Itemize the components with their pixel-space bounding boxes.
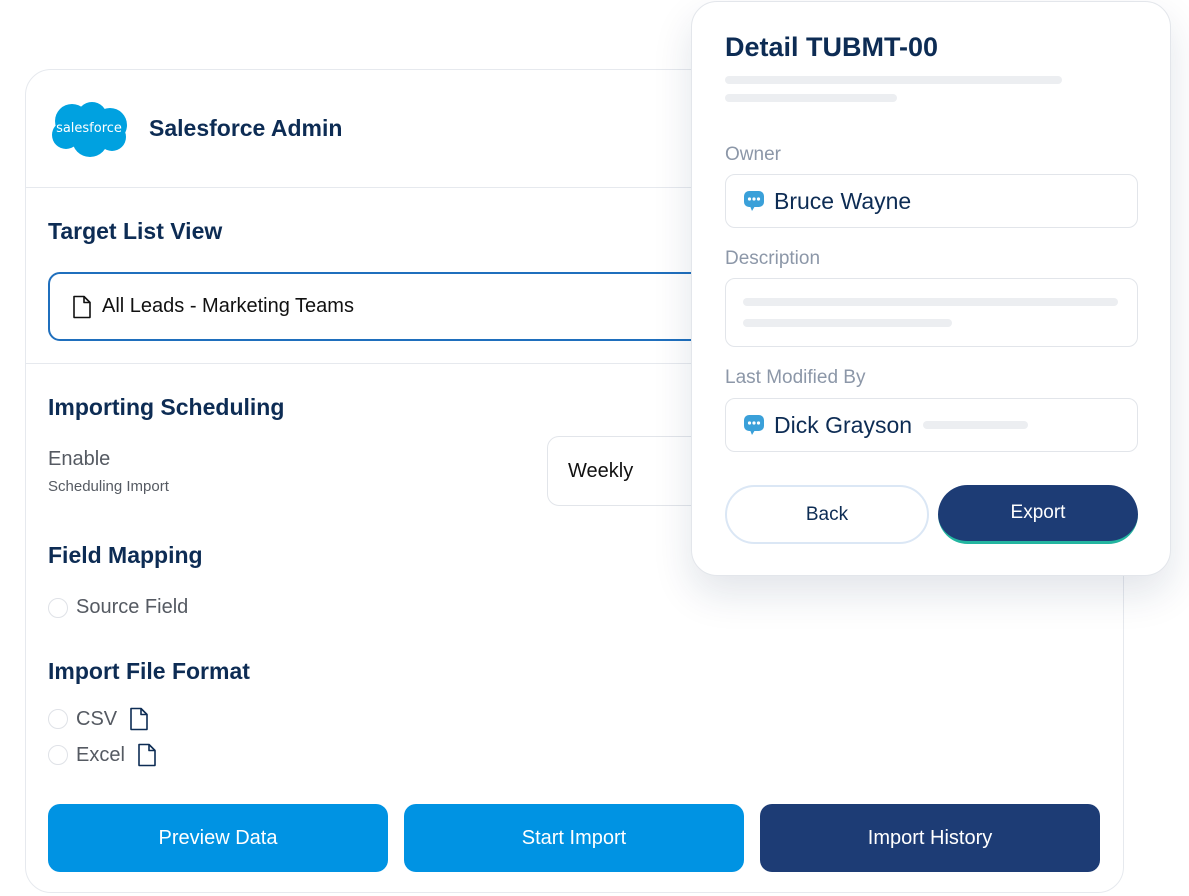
file-format-title: Import File Format bbox=[48, 658, 250, 684]
detail-title: Detail TUBMT-00 bbox=[725, 32, 939, 62]
back-button[interactable]: Back bbox=[725, 485, 929, 544]
enable-label: Enable bbox=[48, 448, 111, 470]
logo-wordmark: salesforce bbox=[56, 120, 122, 136]
salesforce-logo: salesforce bbox=[48, 99, 130, 159]
detail-popover: Detail TUBMT-00 Owner Bruce Wayne Descri… bbox=[691, 1, 1171, 576]
preview-data-button[interactable]: Preview Data bbox=[48, 804, 388, 872]
chat-bubble-icon bbox=[744, 191, 764, 211]
modified-by-label: Last Modified By bbox=[725, 367, 866, 388]
target-list-value: All Leads - Marketing Teams bbox=[102, 295, 354, 317]
source-field-label: Source Field bbox=[76, 596, 189, 618]
skeleton-line bbox=[743, 298, 1118, 306]
skeleton-line bbox=[725, 76, 1062, 84]
skeleton-line bbox=[743, 319, 952, 327]
skeleton-line bbox=[923, 421, 1029, 429]
source-field-radio[interactable] bbox=[48, 597, 68, 618]
format-option-excel[interactable]: Excel bbox=[48, 743, 157, 767]
source-field-option[interactable]: Source Field bbox=[48, 596, 188, 619]
modified-by-value: Dick Grayson bbox=[774, 411, 913, 438]
excel-radio[interactable] bbox=[48, 745, 68, 765]
owner-field[interactable]: Bruce Wayne bbox=[725, 174, 1138, 228]
description-field[interactable] bbox=[725, 278, 1138, 347]
format-option-csv[interactable]: CSV bbox=[48, 707, 149, 731]
document-icon bbox=[138, 743, 156, 767]
start-import-button[interactable]: Start Import bbox=[404, 804, 744, 872]
export-button[interactable]: Export bbox=[938, 485, 1138, 544]
action-buttons: Preview Data Start Import Import History bbox=[48, 804, 1100, 872]
excel-label: Excel bbox=[76, 743, 125, 766]
csv-label: CSV bbox=[76, 707, 118, 730]
import-history-button[interactable]: Import History bbox=[760, 804, 1100, 872]
skeleton-line bbox=[725, 94, 897, 102]
owner-value: Bruce Wayne bbox=[774, 187, 912, 214]
csv-radio[interactable] bbox=[48, 709, 68, 729]
modified-by-field[interactable]: Dick Grayson bbox=[725, 398, 1138, 452]
document-icon bbox=[130, 707, 148, 731]
chat-bubble-icon bbox=[744, 415, 764, 435]
app-title: Salesforce Admin bbox=[149, 115, 343, 141]
field-mapping-title: Field Mapping bbox=[48, 542, 203, 568]
enable-sublabel: Scheduling Import bbox=[48, 478, 169, 495]
document-icon bbox=[73, 295, 91, 318]
scheduling-title: Importing Scheduling bbox=[48, 394, 285, 420]
description-label: Description bbox=[725, 248, 821, 269]
owner-label: Owner bbox=[725, 144, 781, 165]
